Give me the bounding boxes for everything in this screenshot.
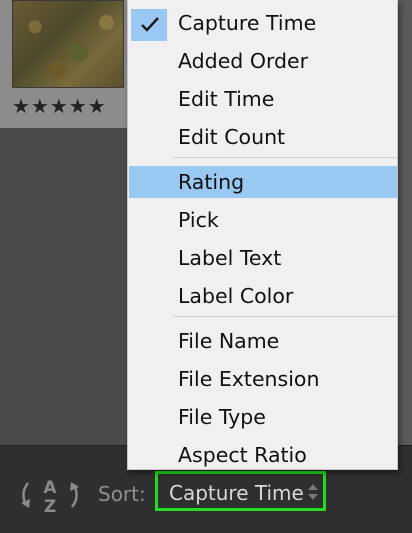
menu-item-added-order[interactable]: Added Order — [129, 45, 397, 77]
menu-item-file-extension[interactable]: File Extension — [129, 363, 397, 395]
menu-item-label-color[interactable]: Label Color — [129, 280, 397, 312]
sort-dropdown-menu: Capture Time Added Order Edit Time Edit Cou… — [127, 0, 398, 470]
menu-item-pick[interactable]: Pick — [129, 204, 397, 236]
menu-item-label: File Type — [178, 405, 266, 429]
menu-separator — [173, 157, 397, 158]
sort-label: Sort: — [98, 482, 146, 506]
menu-item-label: Edit Count — [178, 125, 286, 149]
menu-item-label: Edit Time — [178, 87, 275, 111]
thumbnail-cell[interactable]: ★★★★★ — [0, 0, 135, 128]
menu-item-label: Rating — [178, 170, 245, 194]
menu-item-edit-count[interactable]: Edit Count — [129, 121, 397, 153]
menu-item-file-type[interactable]: File Type — [129, 401, 397, 433]
menu-item-label: Label Text — [178, 246, 282, 270]
svg-text:A: A — [43, 478, 57, 498]
menu-item-label: Aspect Ratio — [178, 443, 307, 467]
menu-item-label: File Name — [178, 329, 280, 353]
menu-item-aspect-ratio[interactable]: Aspect Ratio — [129, 439, 397, 471]
menu-item-edit-time[interactable]: Edit Time — [129, 83, 397, 115]
menu-item-label: Pick — [178, 208, 219, 232]
svg-text:Z: Z — [44, 497, 56, 515]
menu-item-label: File Extension — [178, 367, 320, 391]
menu-item-label: Added Order — [178, 49, 309, 73]
grid-scroll-edge — [398, 0, 412, 445]
menu-item-label: Label Color — [178, 284, 294, 308]
menu-separator — [173, 316, 397, 317]
menu-item-label: Capture Time — [178, 11, 317, 35]
photo-thumbnail[interactable] — [12, 0, 124, 88]
menu-item-file-name[interactable]: File Name — [129, 325, 397, 357]
menu-item-label-text[interactable]: Label Text — [129, 242, 397, 274]
sort-select[interactable]: Capture Time — [155, 471, 326, 511]
sort-select-value: Capture Time — [169, 481, 304, 505]
az-sort-icon[interactable]: A Z — [18, 475, 82, 515]
up-down-arrows-icon — [308, 484, 318, 500]
checkmark-icon — [131, 9, 167, 41]
rating-stars[interactable]: ★★★★★ — [12, 95, 107, 117]
menu-item-rating[interactable]: Rating — [129, 166, 397, 198]
menu-item-capture-time[interactable]: Capture Time — [129, 7, 397, 41]
